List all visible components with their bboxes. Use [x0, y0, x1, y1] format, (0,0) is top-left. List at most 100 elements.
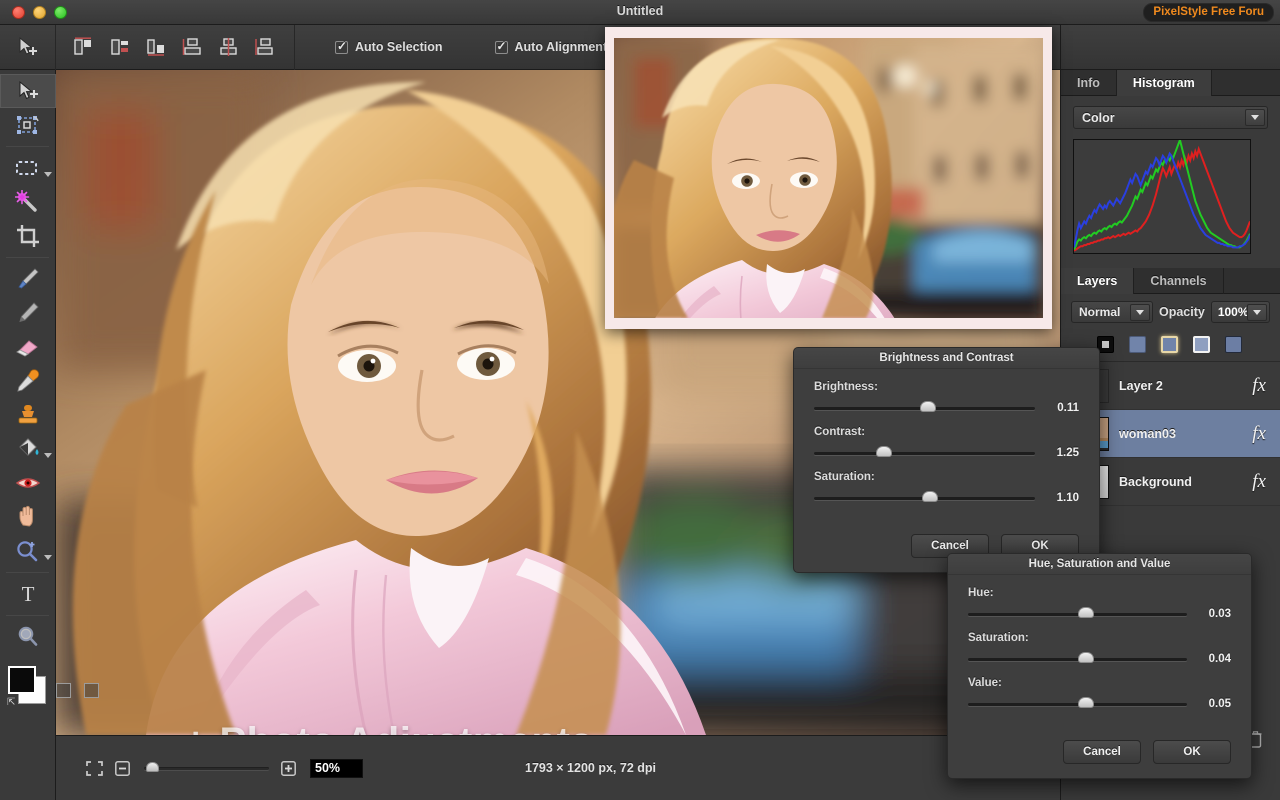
hue-slider[interactable] — [968, 613, 1187, 616]
tab-info[interactable]: Info — [1061, 70, 1117, 96]
move-tool-option[interactable] — [0, 25, 56, 70]
floating-preview-image[interactable] — [605, 27, 1052, 329]
lock-all-button[interactable] — [1193, 336, 1210, 353]
brightness-contrast-dialog[interactable]: Brightness and Contrast Brightness: 0.11… — [793, 347, 1100, 573]
fit-to-screen-icon[interactable] — [86, 761, 103, 776]
text-t-icon: T — [22, 582, 35, 607]
text-tool[interactable]: T — [0, 577, 56, 611]
tab-histogram[interactable]: Histogram — [1117, 70, 1212, 96]
saturation-slider-knob[interactable] — [922, 491, 938, 502]
saturation-slider-knob[interactable] — [1078, 652, 1094, 663]
saturation-slider[interactable] — [814, 497, 1035, 500]
lock-position-button[interactable] — [1161, 336, 1178, 353]
swap-colors-icon[interactable]: ⇱ — [7, 697, 15, 708]
watermark-text: + Photo Adjustments — [184, 720, 593, 735]
foreground-color-swatch[interactable] — [8, 666, 36, 694]
saturation-value: 1.10 — [1047, 492, 1079, 504]
link-layers-button[interactable] — [1225, 336, 1242, 353]
align-top-edges-button[interactable] — [178, 32, 208, 62]
hand-icon — [16, 505, 40, 529]
zoom-in-icon[interactable] — [281, 761, 298, 776]
chevron-down-icon[interactable] — [1130, 304, 1150, 321]
red-eye-tool[interactable] — [0, 466, 56, 500]
zoom-slider[interactable] — [144, 767, 269, 770]
chevron-down-icon[interactable] — [1247, 304, 1267, 321]
layer-effects-icon[interactable]: fx — [1252, 423, 1270, 445]
zoom-slider-knob[interactable] — [146, 762, 159, 772]
saturation-label: Saturation: — [814, 471, 1079, 483]
layer-blend-row: Normal Opacity 100% — [1061, 294, 1280, 330]
crop-tool[interactable] — [0, 219, 56, 253]
layer-effects-icon[interactable]: fx — [1252, 375, 1270, 397]
loupe-icon — [15, 625, 41, 649]
checkmark-icon — [335, 41, 348, 54]
transform-tool[interactable] — [0, 108, 56, 142]
auto-alignment-label: Auto Alignment — [515, 40, 608, 54]
zoom-in-tool[interactable] — [0, 534, 56, 568]
tab-channels[interactable]: Channels — [1134, 268, 1223, 294]
brightness-slider-knob[interactable] — [920, 401, 936, 412]
lock-image-pixels-button[interactable] — [1129, 336, 1146, 353]
align-left-edges-button[interactable] — [70, 32, 100, 62]
window-title: Untitled — [0, 4, 1280, 18]
align-horizontal-centers-button[interactable] — [106, 32, 136, 62]
auto-alignment-checkbox[interactable]: Auto Alignment — [495, 40, 608, 54]
value-slider-knob[interactable] — [1078, 697, 1094, 708]
align-right-edges-button[interactable] — [142, 32, 172, 62]
hand-tool[interactable] — [0, 500, 56, 534]
saturation-slider-row: 1.10 — [814, 492, 1079, 504]
move-tool[interactable] — [0, 74, 56, 108]
ok-button[interactable]: OK — [1153, 740, 1231, 764]
magnifier-plus-icon — [15, 539, 41, 563]
eraser-tool[interactable] — [0, 330, 56, 364]
histogram-svg — [1074, 140, 1250, 253]
hue-saturation-value-dialog[interactable]: Hue, Saturation and Value Hue: 0.03 Satu… — [947, 553, 1252, 779]
dialog-body: Hue: 0.03 Saturation: 0.04 Value: 0.05 — [948, 575, 1251, 732]
align-buttons-group — [56, 25, 295, 70]
value-slider-row: 0.05 — [968, 698, 1231, 710]
chevron-down-icon[interactable] — [1245, 109, 1265, 126]
contrast-slider[interactable] — [814, 452, 1035, 455]
contrast-slider-knob[interactable] — [876, 446, 892, 457]
align-top-icon — [182, 37, 204, 57]
align-vertical-centers-button[interactable] — [214, 32, 244, 62]
eyedropper-tool[interactable] — [0, 364, 56, 398]
auto-selection-checkbox[interactable]: Auto Selection — [335, 40, 443, 54]
title-bar: Untitled PixelStyle Free Foru — [0, 0, 1280, 25]
canvas-screen-mode-button[interactable] — [84, 683, 99, 698]
layers-channels-tabs: Layers Channels — [1061, 268, 1280, 294]
eyedropper-icon — [15, 368, 41, 394]
tool-divider — [6, 146, 49, 147]
pencil-tool[interactable] — [0, 296, 56, 330]
saturation-slider-row: 0.04 — [968, 653, 1231, 665]
brightness-slider[interactable] — [814, 407, 1035, 410]
zoom-out-icon[interactable] — [115, 761, 132, 776]
paint-bucket-tool[interactable] — [0, 432, 56, 466]
marquee-select-tool[interactable] — [0, 151, 56, 185]
layer-name: Background — [1119, 475, 1242, 489]
opacity-select[interactable]: 100% — [1211, 301, 1270, 323]
crop-icon — [16, 224, 40, 248]
value-slider[interactable] — [968, 703, 1187, 706]
magic-wand-tool[interactable] — [0, 185, 56, 219]
saturation-value: 0.04 — [1199, 653, 1231, 665]
hue-label: Hue: — [968, 587, 1231, 599]
zoom-level-input[interactable]: 50% — [310, 759, 363, 778]
paint-bucket-icon — [15, 437, 41, 461]
clone-stamp-tool[interactable] — [0, 398, 56, 432]
loupe-tool[interactable] — [0, 620, 56, 654]
brush-tool[interactable] — [0, 262, 56, 296]
align-bottom-edges-button[interactable] — [250, 32, 280, 62]
hue-slider-knob[interactable] — [1078, 607, 1094, 618]
align-vertical-center-icon — [218, 37, 240, 57]
cancel-button[interactable]: Cancel — [1063, 740, 1141, 764]
canvas-quick-mask-button[interactable] — [56, 683, 71, 698]
blend-mode-select[interactable]: Normal — [1071, 301, 1153, 323]
histogram-channel-select[interactable]: Color — [1073, 106, 1268, 129]
tab-layers[interactable]: Layers — [1061, 268, 1134, 294]
opacity-label: Opacity — [1159, 305, 1205, 319]
saturation-slider[interactable] — [968, 658, 1187, 661]
layer-effects-icon[interactable]: fx — [1252, 471, 1270, 493]
histogram-chart — [1073, 139, 1251, 254]
panel-header-spacer — [1061, 25, 1280, 70]
